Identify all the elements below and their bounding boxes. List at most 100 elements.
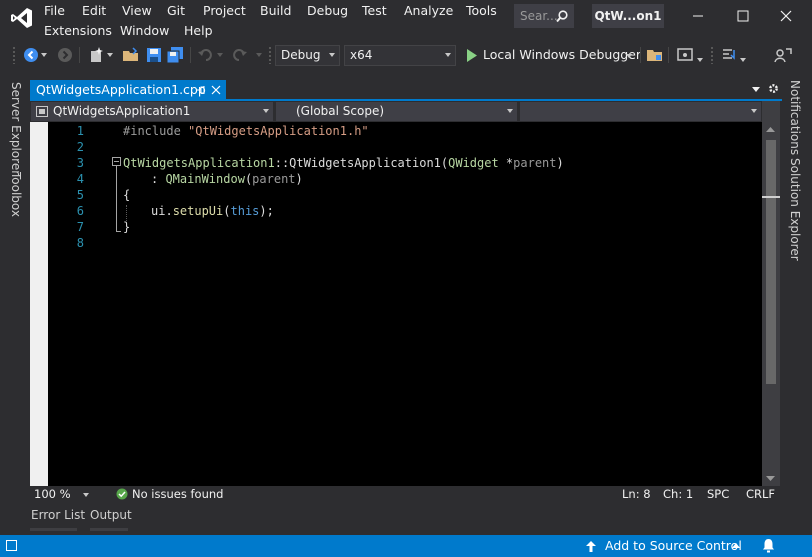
toolbar-separator xyxy=(640,47,641,63)
configuration-dropdown[interactable]: Debug xyxy=(275,45,340,66)
toolbar-grip[interactable] xyxy=(268,46,272,64)
init-colon: : xyxy=(151,172,166,186)
chevron-down-icon xyxy=(263,109,269,113)
project-scope-dropdown[interactable]: QtWidgetsApplication1 xyxy=(31,102,273,121)
outline-line-end xyxy=(116,231,121,232)
project-scope-value: QtWidgetsApplication1 xyxy=(53,104,191,118)
back-dropdown-icon[interactable] xyxy=(41,53,47,57)
solution-explorer-tab[interactable]: Solution Explorer xyxy=(788,158,802,261)
output-tab-bar xyxy=(90,528,128,531)
search-box[interactable]: Sear... xyxy=(514,4,574,28)
error-list-tab-bar xyxy=(30,528,77,531)
live-share-icon[interactable] xyxy=(774,46,792,64)
code-line-1: #include "QtWidgetsApplication1.h" xyxy=(123,124,369,138)
close-window-icon[interactable] xyxy=(764,0,808,32)
undo-icon[interactable] xyxy=(197,46,215,64)
redo-icon[interactable] xyxy=(230,46,248,64)
maximize-icon[interactable] xyxy=(720,0,764,32)
step-dropdown-icon[interactable] xyxy=(740,58,746,62)
menu-window[interactable]: Window xyxy=(120,23,169,40)
line-indicator[interactable]: Ln: 8 xyxy=(622,487,651,501)
minimize-icon[interactable] xyxy=(676,0,720,32)
check-circle-icon xyxy=(116,488,128,500)
setupui-call: setupUi xyxy=(172,204,224,218)
char-indicator[interactable]: Ch: 1 xyxy=(663,487,693,501)
new-dropdown-icon[interactable] xyxy=(107,53,113,57)
toolbox-tab[interactable]: Toolbox xyxy=(9,172,23,217)
menu-help[interactable]: Help xyxy=(184,23,213,40)
browser-dropdown-icon[interactable] xyxy=(697,58,703,62)
code-editor[interactable] xyxy=(30,122,762,486)
menu-git[interactable]: Git xyxy=(167,3,185,20)
add-to-source-control-button[interactable]: Add to Source Control xyxy=(584,535,744,557)
debugger-label: Local Windows Debugger xyxy=(483,47,642,62)
zoom-level[interactable]: 100 % xyxy=(34,487,71,501)
redo-dropdown-icon[interactable] xyxy=(256,53,262,57)
navigate-back-icon[interactable] xyxy=(22,46,40,64)
menu-build[interactable]: Build xyxy=(260,3,291,20)
navigate-forward-icon[interactable] xyxy=(56,46,74,64)
global-scope-value: (Global Scope) xyxy=(296,104,385,118)
chevron-down-icon xyxy=(507,109,513,113)
pin-icon[interactable] xyxy=(195,85,205,95)
error-list-tab[interactable]: Error List xyxy=(31,508,85,522)
chevron-down-icon xyxy=(445,53,451,57)
scroll-down-icon[interactable] xyxy=(766,476,775,481)
save-all-icon[interactable] xyxy=(166,46,184,64)
save-icon[interactable] xyxy=(145,46,163,64)
solution-title[interactable]: QtW...on1 xyxy=(592,4,664,28)
param-type: QWidget xyxy=(448,156,499,170)
menu-debug[interactable]: Debug xyxy=(307,3,348,20)
caret-position-marker xyxy=(762,196,780,198)
scrollbar-thumb[interactable] xyxy=(766,140,776,384)
toolbar-grip[interactable] xyxy=(12,46,16,64)
step-into-icon[interactable] xyxy=(720,46,738,64)
code-line-5: { xyxy=(123,188,131,202)
platform-dropdown[interactable]: x64 xyxy=(344,45,456,66)
toolbar-grip[interactable] xyxy=(710,46,714,64)
close-paren: ) xyxy=(295,172,303,186)
class-name: QtWidgetsApplication1 xyxy=(123,156,275,170)
whitespace-indicator[interactable]: SPC xyxy=(707,487,729,501)
menu-analyze[interactable]: Analyze xyxy=(404,3,453,20)
document-tab[interactable]: QtWidgetsApplication1.cpp xyxy=(30,80,226,100)
code-line-4: : QMainWindow(parent) xyxy=(151,172,303,186)
menu-file[interactable]: File xyxy=(44,3,65,20)
close-tab-icon[interactable] xyxy=(211,85,221,95)
visual-studio-logo-icon[interactable] xyxy=(10,6,34,30)
undo-dropdown-icon[interactable] xyxy=(217,53,223,57)
line-ending-indicator[interactable]: CRLF xyxy=(746,487,775,501)
line-number: 1 xyxy=(76,124,84,138)
scroll-up-icon[interactable] xyxy=(766,127,775,132)
menu-edit[interactable]: Edit xyxy=(82,3,106,20)
gear-icon[interactable] xyxy=(768,83,779,94)
tab-list-dropdown-icon[interactable] xyxy=(752,87,760,92)
member-dropdown[interactable] xyxy=(520,102,761,121)
pointer-star: * xyxy=(498,156,514,170)
menu-view[interactable]: View xyxy=(122,3,152,20)
open-folder-icon[interactable] xyxy=(122,46,140,64)
param-name: parent xyxy=(252,172,296,186)
issues-status[interactable]: No issues found xyxy=(132,487,223,501)
scope-operator: :: xyxy=(274,156,290,170)
collapse-region-icon[interactable] xyxy=(112,157,121,166)
start-debugging-button[interactable]: Local Windows Debugger xyxy=(464,45,641,66)
zoom-dropdown-icon[interactable] xyxy=(83,493,89,497)
menu-tools[interactable]: Tools xyxy=(466,3,497,20)
global-scope-dropdown[interactable]: (Global Scope) xyxy=(276,102,517,121)
notification-bell-icon[interactable] xyxy=(762,538,775,553)
new-project-icon[interactable] xyxy=(88,46,106,64)
include-directive: #include xyxy=(123,124,181,138)
browser-link-icon[interactable] xyxy=(676,46,694,64)
menu-extensions[interactable]: Extensions xyxy=(44,23,112,40)
server-explorer-tab[interactable]: Server Explorer xyxy=(9,82,23,175)
arrow-up-icon xyxy=(586,541,596,552)
open-file-location-icon[interactable] xyxy=(646,46,664,64)
output-tab[interactable]: Output xyxy=(90,508,132,522)
notifications-tab[interactable]: Notifications xyxy=(788,80,802,155)
configuration-value: Debug xyxy=(281,48,321,62)
menu-project[interactable]: Project xyxy=(203,3,246,20)
ready-indicator-icon xyxy=(6,540,17,551)
chevron-up-icon xyxy=(732,543,740,548)
menu-test[interactable]: Test xyxy=(362,3,387,20)
